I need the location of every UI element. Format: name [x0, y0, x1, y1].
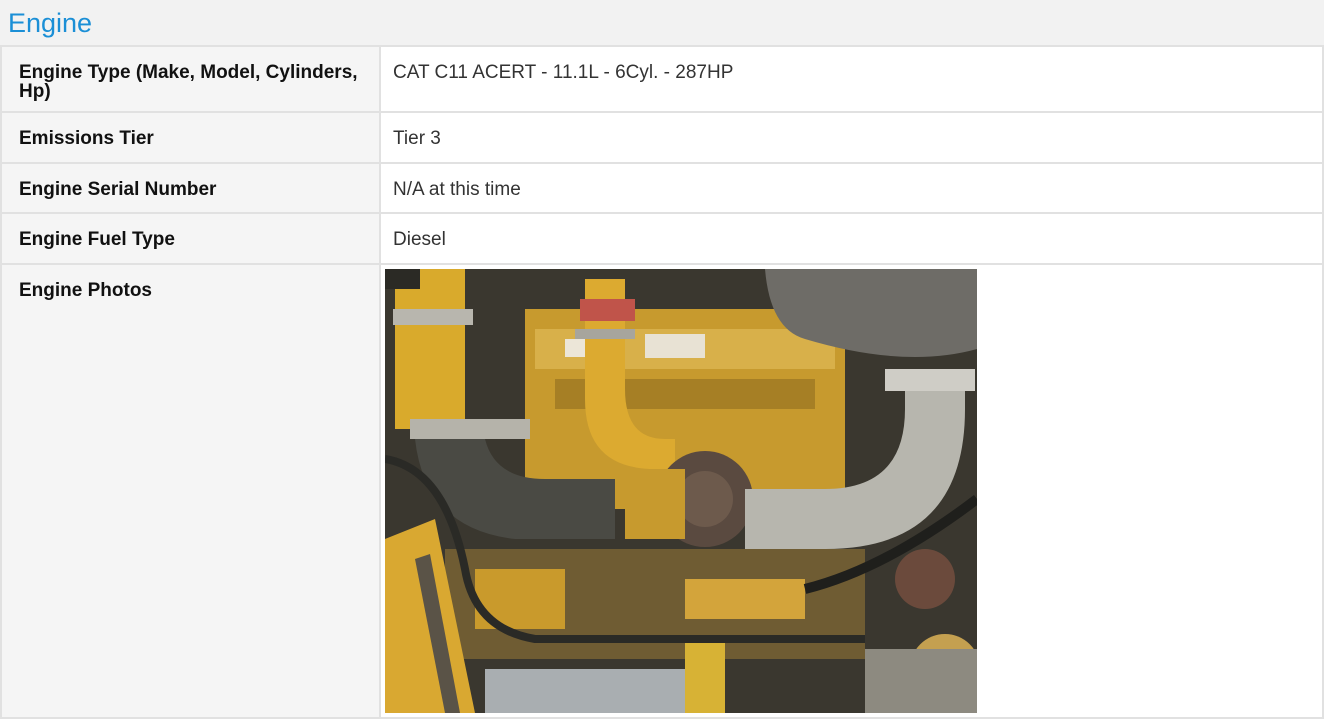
table-row: Engine Serial Number N/A at this time — [0, 162, 1324, 214]
table-row: Engine Fuel Type Diesel — [0, 212, 1324, 265]
row-value: N/A at this time — [379, 162, 1324, 214]
photo-cell — [379, 263, 1324, 719]
section-title: Engine — [8, 8, 93, 38]
row-value: CAT C11 ACERT - 11.1L - 6Cyl. - 287HP — [379, 45, 1324, 113]
spec-table: Engine Type (Make, Model, Cylinders, Hp)… — [0, 45, 1324, 719]
table-row: Engine Type (Make, Model, Cylinders, Hp)… — [0, 45, 1324, 113]
row-label: Emissions Tier — [0, 111, 381, 164]
row-label: Engine Type (Make, Model, Cylinders, Hp) — [0, 45, 381, 113]
engine-photo[interactable] — [385, 269, 977, 713]
row-value: Diesel — [379, 212, 1324, 265]
row-label: Engine Photos — [0, 263, 381, 719]
row-value: Tier 3 — [379, 111, 1324, 164]
row-label: Engine Fuel Type — [0, 212, 381, 265]
table-row: Emissions Tier Tier 3 — [0, 111, 1324, 164]
table-row: Engine Photos — [0, 263, 1324, 719]
row-label: Engine Serial Number — [0, 162, 381, 214]
